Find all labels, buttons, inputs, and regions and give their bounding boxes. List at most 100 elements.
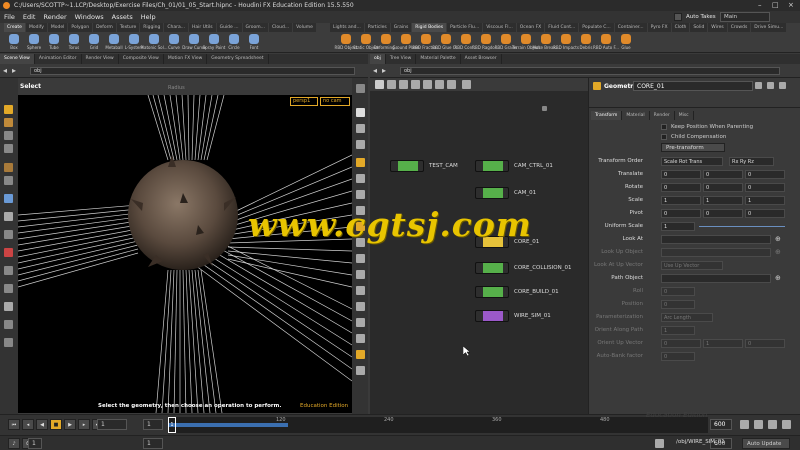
scene-viewport[interactable]: persp1 no cam Select the geometry, then … [17,94,353,414]
lock-icon[interactable] [356,108,365,117]
shelf-tab[interactable]: Polygon [68,23,93,32]
move-tool-icon[interactable] [4,118,13,127]
rotate-z[interactable]: 0 [745,183,785,192]
scale-y[interactable]: 1 [703,196,743,205]
tab-geometry-spreadsheet[interactable]: Geometry Spreadsheet [207,54,269,64]
shelf-tab[interactable]: Wires [708,23,727,32]
shelf-tool-button[interactable]: Sphere [24,33,44,53]
pretransform-button[interactable]: Pre-transform [661,143,725,152]
shelf-tool-button[interactable]: Metaball [104,33,124,53]
pin-icon[interactable] [356,84,365,93]
tab-scene-view[interactable]: Scene View [0,54,35,64]
magnet-icon[interactable] [4,248,13,257]
multi-snap-icon[interactable] [4,320,13,329]
construction-plane-icon[interactable] [4,338,13,347]
tab-render-view[interactable]: Render View [82,54,119,64]
pose-tool-icon[interactable] [4,176,13,185]
node-wire-sim-01[interactable]: WIRE_SIM_01 [475,309,551,322]
shelf-tab[interactable]: Guide ... [216,23,242,32]
tab-tree-view[interactable]: Tree View [386,54,417,64]
normals-icon[interactable] [356,190,365,199]
shelf-tab[interactable]: Modify [25,23,47,32]
network-view-icon[interactable] [462,80,471,89]
shelf-tab[interactable]: Drive Simu... [751,23,787,32]
shelf-tool-button[interactable]: Terrain Object [512,33,540,53]
shelf-tab[interactable]: Volume [293,23,316,32]
shelf-tab[interactable]: Crowds [727,23,751,32]
point-display-icon[interactable] [356,174,365,183]
timeline-track[interactable]: 1 120 240 360 480 Education Edition [168,411,708,433]
maximize-icon[interactable]: □ [772,0,779,11]
display-options-icon[interactable] [356,158,365,167]
tab-misc[interactable]: Misc [675,111,694,120]
network-editor[interactable]: TEST_CAM CAM_CTRL_01 CAM_01 CORE_01 CORE_COL… [370,78,588,414]
camera-menu[interactable]: persp1 [290,97,318,106]
view-tool-icon[interactable] [4,194,13,203]
shelf-tab[interactable]: Solid [690,23,708,32]
shelf-tab[interactable]: Fluid Cont... [545,23,579,32]
play-reverse-button[interactable]: ◀ [36,419,48,430]
shelf-tool-button[interactable]: RBD Object [335,33,357,53]
tab-network-obj[interactable]: obj [370,54,386,64]
shelf-tool-button[interactable]: Curve [164,33,184,53]
gear-icon[interactable] [755,82,762,89]
menu-assets[interactable]: Assets [108,11,137,23]
pivot-z[interactable]: 0 [745,209,785,218]
shelf-tool-button[interactable]: Make Break... [532,33,560,53]
network-color-icon[interactable] [435,80,444,89]
shelf-tool-button[interactable]: Box [4,33,24,53]
step-back-button[interactable]: ◂ [22,419,34,430]
translate-x[interactable]: 0 [661,170,701,179]
shelf-tool-button[interactable]: Debris [576,33,596,53]
shelf-tab[interactable]: Rigid Bodies [412,23,447,32]
shelf-tab[interactable]: Hair Utils [189,23,216,32]
shelf-tab[interactable]: Create [4,23,25,32]
auto-takes-checkbox[interactable] [674,13,682,21]
network-sticky-icon[interactable] [423,80,432,89]
network-shape-icon[interactable] [447,80,456,89]
rotate-tool-icon[interactable] [4,131,13,140]
camera-icon[interactable] [356,270,365,279]
play-button[interactable]: ▶ [64,419,76,430]
shelf-tab[interactable]: Viscous Fl... [483,23,516,32]
point-snap-icon[interactable] [4,302,13,311]
visibility-icon[interactable] [356,334,365,343]
shelf-tab[interactable]: Pyro FX [647,23,671,32]
shelf-tool-button[interactable]: RBD Grains [495,33,517,53]
minimize-icon[interactable]: – [758,0,762,11]
forward-arrow-icon[interactable]: ▸ [382,66,386,75]
help-icon[interactable] [767,82,774,89]
end-frame-field[interactable]: 600 [710,419,732,430]
shelf-tool-button[interactable]: RBD Auto F... [593,33,619,53]
keep-position-checkbox[interactable] [661,124,667,130]
node-core-collision-01[interactable]: CORE_COLLISION_01 [475,261,571,274]
shelf-tool-button[interactable]: Tube [44,33,64,53]
key-delete-icon[interactable] [768,420,777,429]
close-icon[interactable]: × [788,0,794,11]
scale-z[interactable]: 1 [745,196,785,205]
info-icon[interactable] [779,82,786,89]
shelf-tool-button[interactable]: Deforming... [374,33,398,53]
network-options-icon[interactable] [542,106,547,111]
text-icon[interactable] [356,318,365,327]
auto-update-menu[interactable]: Auto Update [742,438,790,449]
right-path-input[interactable]: obj [400,67,780,75]
shelf-tab[interactable]: Cloth [671,23,690,32]
step-forward-button[interactable]: ▸ [78,419,90,430]
shelf-tab[interactable]: Deform [93,23,116,32]
menu-file[interactable]: File [0,11,19,23]
desktop-select[interactable]: Main [720,12,770,22]
range-start-field[interactable]: 1 [28,438,42,449]
channel-icon[interactable] [754,420,763,429]
network-layout-icon[interactable] [411,80,420,89]
shelf-tool-button[interactable]: Platonic Sol... [140,33,168,53]
tab-render[interactable]: Render [650,111,675,120]
timeline-options-icon[interactable] [782,420,791,429]
node-name-field[interactable]: CORE_01 [633,81,753,91]
shelf-tool-button[interactable]: RBD Ragdol... [472,33,500,53]
prim-snap-icon[interactable] [4,284,13,293]
translate-z[interactable]: 0 [745,170,785,179]
uniform-scale-field[interactable]: 1 [661,222,695,231]
node-test-cam[interactable]: TEST_CAM [390,159,458,172]
shelf-tool-button[interactable]: Draw Curve [182,33,206,53]
